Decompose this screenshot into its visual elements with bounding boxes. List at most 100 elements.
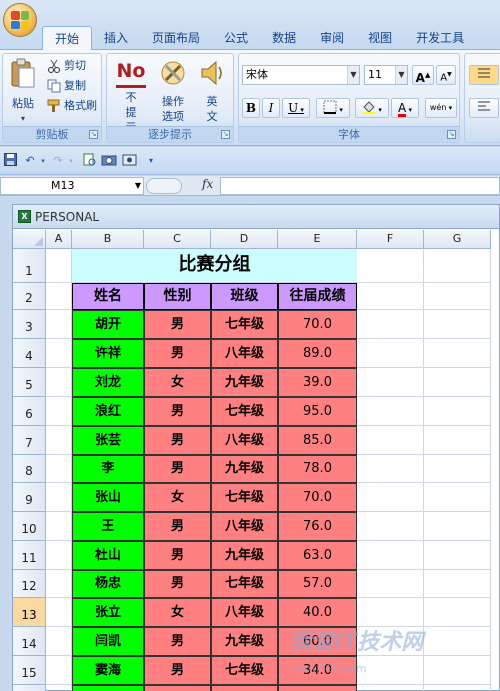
formula-bar-resize-handle[interactable] [146,178,182,194]
table-cell[interactable]: 85.0 [278,426,357,455]
column-header-c[interactable]: C [144,230,211,249]
row-header-11[interactable]: 11 [13,541,46,570]
table-cell[interactable]: 八年级 [211,339,278,368]
grid-cell[interactable] [46,512,72,541]
grid-cell[interactable] [424,512,491,541]
grid-cell[interactable] [357,397,424,426]
row-header-1[interactable]: 1 [13,249,46,283]
sheet-title-cell[interactable]: 比赛分组 [72,249,357,283]
row-header-10[interactable]: 10 [13,512,46,541]
grid-cell[interactable] [357,249,424,283]
table-cell[interactable]: 刘龙 [72,368,144,397]
grid-cell[interactable] [357,541,424,570]
table-cell[interactable]: 八年级 [211,512,278,541]
grid-cell[interactable] [424,339,491,368]
table-cell[interactable]: 40.0 [278,598,357,627]
step-tips-launcher[interactable]: ↘ [221,130,230,139]
grid-cell[interactable] [424,541,491,570]
row-header-5[interactable]: 5 [13,368,46,397]
table-cell[interactable]: 张山 [72,483,144,512]
table-cell[interactable]: 女 [144,483,211,512]
row-header-9[interactable]: 9 [13,483,46,512]
table-cell[interactable]: 李 [72,455,144,483]
insert-function-icon[interactable]: fx [202,177,213,191]
underline-button[interactable]: U ▾ [282,98,310,118]
no-tip-button[interactable]: No 不提示 [111,58,151,135]
grid-cell[interactable] [357,512,424,541]
table-cell[interactable]: 张芸 [72,426,144,455]
table-cell[interactable]: 七年级 [211,483,278,512]
grid-cell[interactable] [46,283,72,310]
cut-button[interactable]: 剪切 [47,57,86,75]
table-cell[interactable]: 95.0 [278,397,357,426]
table-cell[interactable]: 70.0 [278,310,357,339]
table-cell[interactable]: 九年级 [211,541,278,570]
table-cell[interactable]: 女 [144,368,211,397]
grid-cell[interactable] [46,249,72,283]
table-cell[interactable]: 78.0 [278,455,357,483]
tab-0[interactable]: 开始 [42,26,93,51]
grid-cell[interactable] [46,483,72,512]
grid-cell[interactable] [357,310,424,339]
table-cell[interactable]: 闫凯 [72,627,144,656]
table-cell[interactable]: 男 [144,627,211,656]
font-color-button[interactable]: A ▾ [391,98,419,118]
row-header-8[interactable]: 8 [13,455,46,483]
english-button[interactable]: 英文 [195,58,229,124]
tab-5[interactable]: 审阅 [308,26,356,50]
align-left-button[interactable] [469,98,499,118]
italic-button[interactable]: I [262,98,280,118]
chevron-down-icon[interactable]: ▼ [395,66,407,84]
table-cell[interactable]: 窦海 [72,656,144,685]
tab-7[interactable]: 开发工具 [404,26,476,50]
grid-cell[interactable] [46,685,72,691]
tab-4[interactable]: 数据 [260,26,308,50]
name-box[interactable]: M13 ▼ [0,177,144,195]
grid-cell[interactable] [46,426,72,455]
grid-cell[interactable] [424,598,491,627]
grid-cell[interactable] [357,483,424,512]
grid-cell[interactable] [46,656,72,685]
table-cell[interactable]: 男 [144,397,211,426]
table-cell[interactable]: 杨忠 [72,570,144,598]
table-cell[interactable]: 许祥 [72,339,144,368]
table-cell[interactable]: 八年级 [211,685,278,691]
shrink-font-button[interactable]: A▼ [436,65,456,85]
grid-cell[interactable] [424,570,491,598]
column-header-d[interactable]: D [211,230,278,249]
table-cell[interactable]: 39.0 [278,368,357,397]
table-cell[interactable]: 赵 [72,685,144,691]
font-name-combo[interactable]: 宋体 ▼ [242,65,360,85]
chevron-down-icon[interactable]: ▼ [135,178,141,194]
undo-dropdown-icon[interactable]: ▾ [38,153,48,169]
snapshot-icon[interactable] [121,153,139,169]
chevron-down-icon[interactable]: ▼ [347,66,359,84]
table-cell[interactable]: 70.0 [278,483,357,512]
font-size-combo[interactable]: 11 ▼ [364,65,408,85]
row-header-15[interactable]: 15 [13,656,46,685]
row-header-13[interactable]: 13 [13,598,46,627]
grid-cell[interactable] [46,570,72,598]
save-icon[interactable] [3,153,17,169]
tab-2[interactable]: 页面布局 [140,26,212,50]
table-cell[interactable]: 九年级 [211,627,278,656]
grid-cell[interactable] [424,397,491,426]
table-cell[interactable]: 男 [144,570,211,598]
header-cell[interactable]: 班级 [211,283,278,310]
table-cell[interactable]: 胡开 [72,310,144,339]
table-cell[interactable]: 男 [144,685,211,691]
customize-qat-icon[interactable]: ▾ [145,153,157,169]
grid-cell[interactable] [357,339,424,368]
table-cell[interactable]: 女 [144,598,211,627]
row-header-3[interactable]: 3 [13,310,46,339]
header-cell[interactable]: 性别 [144,283,211,310]
font-launcher[interactable]: ↘ [447,130,456,139]
column-header-g[interactable]: G [424,230,491,249]
table-cell[interactable]: 男 [144,426,211,455]
table-cell[interactable]: 男 [144,339,211,368]
grid-cell[interactable] [46,339,72,368]
row-header-14[interactable]: 14 [13,627,46,656]
row-header-4[interactable]: 4 [13,339,46,368]
row-header-16[interactable]: 16 [13,685,46,691]
table-cell[interactable]: 张立 [72,598,144,627]
